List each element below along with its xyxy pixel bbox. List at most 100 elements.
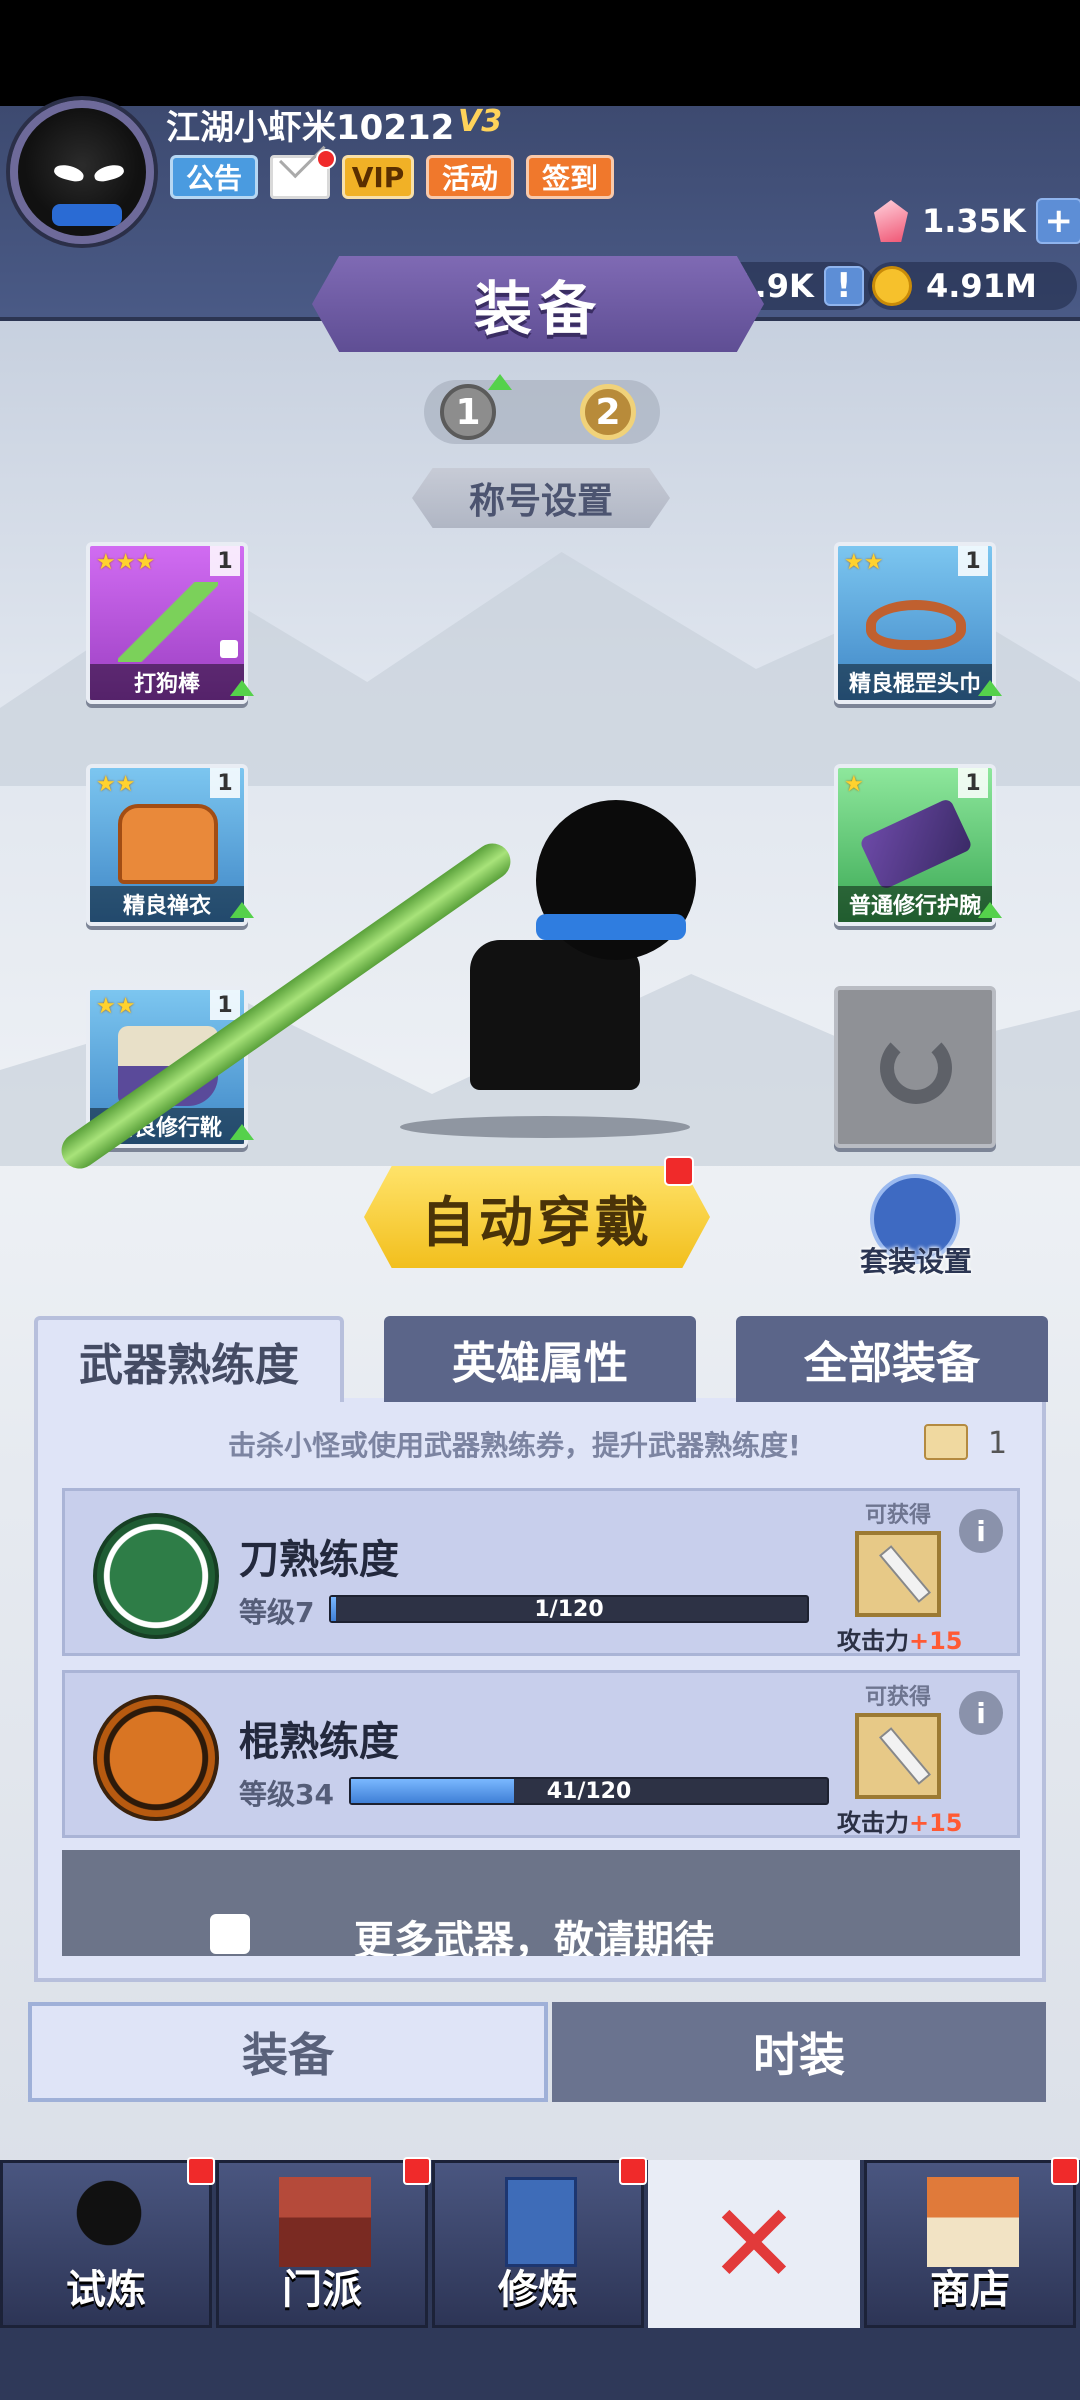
slot-stars: ★★: [96, 994, 136, 1019]
empty-accessory-slot[interactable]: [834, 986, 996, 1148]
loadout-page-switch: 1 2: [424, 374, 660, 444]
nav-cultivate[interactable]: 修炼: [432, 2157, 647, 2328]
attack-label: 攻击力: [837, 1809, 909, 1837]
tab-fashion[interactable]: 时装: [552, 2002, 1046, 2102]
avatar-scarf: [52, 204, 122, 226]
head-slot[interactable]: ★★ 1 精良棍罡头巾: [834, 542, 1002, 704]
honor-info-button[interactable]: !: [823, 266, 864, 306]
nav-red-dot: [619, 2157, 647, 2185]
headband-icon: [866, 600, 966, 650]
proficiency-scroll-icon: [924, 1424, 968, 1460]
notice-button[interactable]: 公告: [170, 155, 258, 199]
gem-amount: 1.35K: [922, 202, 1026, 240]
vip-level: V3: [458, 104, 503, 139]
proficiency-progress-bar: 41/120: [349, 1777, 829, 1805]
gold-resource: 4.91M: [868, 262, 1077, 310]
gem-icon: [874, 200, 908, 242]
tab-hero-attributes[interactable]: 英雄属性: [384, 1316, 696, 1402]
nav-trial[interactable]: 试炼: [0, 2157, 215, 2328]
ninja-icon: [63, 2177, 155, 2267]
blade-medal-icon: [93, 1513, 219, 1639]
bracer-slot[interactable]: ★ 1 普通修行护腕: [834, 764, 1002, 926]
nav-shop[interactable]: 商店: [864, 2157, 1079, 2328]
nav-red-dot: [403, 2157, 431, 2185]
attack-value: +15: [909, 1627, 963, 1655]
nav-label: 修炼: [498, 2267, 578, 2313]
auto-equip-button[interactable]: 自动穿戴: [364, 1166, 710, 1268]
page-upgrade-arrow-icon: [488, 374, 512, 390]
auto-equip-red-dot: [664, 1156, 694, 1186]
slot-level: 1: [958, 768, 988, 798]
blade-proficiency-row: 刀熟练度 等级7 1/120 可获得 攻击力+15 i: [62, 1488, 1020, 1656]
obtainable-label: 可获得: [865, 1503, 932, 1528]
tab-equipment[interactable]: 装备: [28, 2002, 548, 2102]
temple-icon: [279, 2177, 371, 2267]
slot-stars: ★: [844, 772, 864, 797]
mail-button[interactable]: [270, 149, 336, 199]
attack-label: 攻击力: [837, 1627, 909, 1655]
sword-reward-icon[interactable]: [855, 1531, 941, 1617]
upgrade-arrow-icon: [230, 902, 254, 918]
upgrade-arrow-icon: [978, 680, 1002, 696]
weapon-slot[interactable]: ★★★ 1 打狗棒: [86, 542, 254, 704]
more-weapons-locked: 更多武器，敬请期待: [62, 1850, 1020, 1956]
obtainable-label: 可获得: [865, 1685, 932, 1710]
slot-level: 1: [958, 546, 988, 576]
upgrade-arrow-icon: [230, 1124, 254, 1140]
suit-setting-button[interactable]: 套装设置: [850, 1174, 982, 1284]
add-gem-button[interactable]: +: [1035, 198, 1080, 244]
equipment-title: 装备: [473, 275, 602, 343]
staff-proficiency-row: 棍熟练度 等级34 41/120 可获得 攻击力+15 i: [62, 1670, 1020, 1838]
auto-equip-label: 自动穿戴: [421, 1190, 653, 1254]
info-icon[interactable]: i: [959, 1509, 1003, 1553]
attack-bonus: 攻击力+15: [837, 1803, 963, 1838]
slot-stars: ★★: [844, 550, 884, 575]
slot-level: 1: [210, 990, 240, 1020]
nav-sect[interactable]: 门派: [216, 2157, 431, 2328]
lock-icon: [220, 640, 238, 658]
nav-label: 门派: [282, 2267, 362, 2313]
header-button-row: 公告 VIP 活动 签到: [170, 149, 614, 199]
loadout-page-2[interactable]: 2: [580, 384, 636, 440]
events-button[interactable]: 活动: [426, 155, 514, 199]
character-shadow: [400, 1116, 690, 1138]
sword-reward-icon[interactable]: [855, 1713, 941, 1799]
attack-bonus: 攻击力+15: [837, 1621, 963, 1656]
status-bar: [0, 0, 1080, 106]
nav-label: 商店: [930, 2267, 1010, 2313]
slot-label: 精良禅衣: [90, 886, 244, 922]
proficiency-level: 等级7: [239, 1596, 315, 1629]
info-icon[interactable]: i: [959, 1691, 1003, 1735]
avatar-eye-right: [92, 162, 126, 184]
slot-label: 精良棍罡头巾: [838, 664, 992, 700]
nav-close-button[interactable]: ✕: [648, 2160, 860, 2328]
mail-red-dot: [316, 149, 336, 169]
empty-ring-icon: [880, 1032, 952, 1104]
slot-stars: ★★: [96, 772, 136, 797]
slot-level: 1: [210, 546, 240, 576]
nav-label: 试炼: [66, 2267, 146, 2313]
character-body: [470, 940, 640, 1090]
checkin-button[interactable]: 签到: [526, 155, 614, 199]
shop-icon: [927, 2177, 1019, 2267]
slot-level: 1: [210, 768, 240, 798]
gold-coin-icon: [872, 266, 912, 306]
player-avatar[interactable]: [10, 100, 154, 244]
progress-text: 1/120: [534, 1596, 604, 1622]
bracer-icon: [858, 797, 974, 891]
tab-all-equipment[interactable]: 全部装备: [736, 1316, 1048, 1402]
tab-weapon-proficiency[interactable]: 武器熟练度: [34, 1316, 344, 1402]
armor-slot[interactable]: ★★ 1 精良禅衣: [86, 764, 254, 926]
equipment-title-banner: 装备: [312, 256, 764, 352]
slot-label: 普通修行护腕: [838, 886, 992, 922]
vip-button[interactable]: VIP: [342, 155, 414, 199]
slot-label: 打狗棒: [90, 664, 244, 700]
title-setting-button[interactable]: 称号设置: [412, 468, 670, 528]
bamboo-staff-icon: [118, 582, 218, 662]
loadout-page-1[interactable]: 1: [440, 384, 496, 440]
lock-icon: [210, 1914, 250, 1954]
avatar-eye-left: [52, 162, 86, 184]
proficiency-hint: 击杀小怪或使用武器熟练券，提升武器熟练度!: [228, 1429, 801, 1462]
progress-text: 41/120: [546, 1778, 632, 1804]
suit-setting-label: 套装设置: [859, 1245, 972, 1278]
